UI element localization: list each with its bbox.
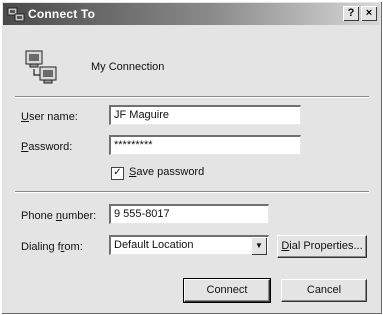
dial-properties-button[interactable]: Dial Properties... [277, 235, 367, 258]
connection-name: My Connection [91, 61, 165, 73]
password-label: Password: [21, 141, 73, 153]
separator-middle [15, 191, 369, 193]
dropdown-arrow-icon[interactable]: ▼ [251, 237, 267, 255]
username-field[interactable]: JF Maguire [109, 105, 301, 125]
password-field[interactable]: ********* [109, 135, 301, 155]
close-button[interactable]: × [361, 6, 377, 21]
phone-number-label: Phone number: [21, 210, 97, 222]
window-title: Connect To [28, 7, 96, 21]
dialing-from-select[interactable]: Default Location [109, 235, 269, 255]
connect-button[interactable]: Connect [183, 278, 271, 303]
save-password-checkbox[interactable]: ✓ [111, 167, 124, 180]
separator-top [15, 96, 369, 98]
dial-up-icon [7, 7, 25, 22]
connection-icon [25, 50, 57, 84]
cancel-button[interactable]: Cancel [281, 279, 367, 302]
title-bar[interactable]: Connect To ? × [3, 3, 380, 25]
dialing-from-label: Dialing from: [21, 241, 83, 253]
save-password-label[interactable]: Save password [129, 166, 204, 178]
connect-to-dialog: Connect To ? × My Connection User name: … [1, 1, 382, 314]
help-button[interactable]: ? [343, 6, 359, 21]
phone-number-field[interactable]: 9 555-8017 [109, 204, 269, 224]
username-label: User name: [21, 111, 78, 123]
